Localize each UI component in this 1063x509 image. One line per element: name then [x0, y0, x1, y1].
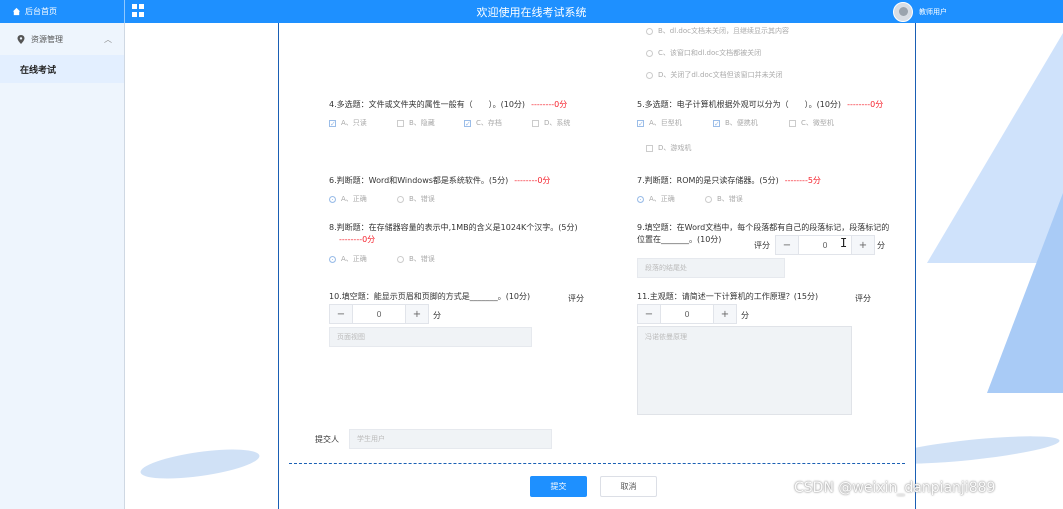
unit-label: 分 — [877, 241, 885, 250]
sidebar-group-resources[interactable]: 资源管理 ︿ — [0, 23, 124, 55]
checkbox-option[interactable]: ✓ A、巨型机 — [637, 118, 682, 128]
question-6: 6.判断题：Word和Windows都是系统软件。(5分) --------0分 — [329, 176, 551, 185]
grade-label: 评分 — [754, 241, 770, 250]
radio-option[interactable]: A、正确 — [329, 194, 367, 204]
grade-label: 评分 — [568, 294, 584, 303]
exam-panel: B、dl.doc文档未关闭，且继续显示其内容 C、该窗口和dl.doc文档都被关… — [278, 23, 916, 509]
checkbox-option[interactable]: ✓ B、便携机 — [713, 118, 758, 128]
checkbox-option[interactable]: ✓ A、只读 — [329, 118, 367, 128]
cancel-button[interactable]: 取消 — [600, 476, 657, 497]
checkbox-option[interactable]: C、微型机 — [789, 118, 834, 128]
user-name: 教师用户 — [919, 7, 947, 16]
grade-label: 评分 — [855, 294, 871, 303]
submit-button[interactable]: 提交 — [530, 476, 587, 497]
minus-button[interactable]: − — [330, 305, 352, 323]
divider — [289, 463, 905, 464]
score-stepper[interactable]: − 0 + — [329, 304, 429, 324]
sidebar: 资源管理 ︿ 在线考试 — [0, 23, 124, 509]
radio-option[interactable]: A、正确 — [329, 254, 367, 264]
question-8: 8.判断题：在存储器容量的表示中,1MB的含义是1024K个汉字。(5分) ---… — [329, 223, 578, 244]
score-stepper[interactable]: − 0 + — [775, 235, 875, 255]
option[interactable]: C、该窗口和dl.doc文档都被关闭 — [646, 48, 761, 58]
plus-button[interactable]: + — [852, 236, 874, 254]
watermark: CSDN @weixin_danpianji889 — [794, 480, 996, 496]
checkbox-option[interactable]: D、系统 — [532, 118, 570, 128]
radio-option[interactable]: B、错误 — [397, 194, 435, 204]
text-cursor-icon: I — [840, 236, 848, 250]
score-stepper[interactable]: − 0 + — [637, 304, 737, 324]
sidebar-item-online-exam[interactable]: 在线考试 — [0, 55, 124, 83]
question-5: 5.多选题：电子计算机根据外观可以分为（ ）。(10分) --------0分 — [637, 100, 884, 109]
question-11: 11.主观题：请简述一下计算机的工作原理？(15分) — [637, 292, 819, 301]
score-value[interactable]: 0 — [352, 305, 406, 323]
radio-option[interactable]: B、错误 — [705, 194, 743, 204]
user-menu[interactable]: 教师用户 — [893, 0, 947, 23]
score-value[interactable]: 0 — [660, 305, 714, 323]
radio-option[interactable]: B、错误 — [397, 254, 435, 264]
sidebar-group-label: 资源管理 — [31, 34, 63, 44]
minus-button[interactable]: − — [776, 236, 798, 254]
submitter-label: 提交人 — [315, 435, 339, 444]
checkbox-option[interactable]: ✓ C、存档 — [464, 118, 502, 128]
answer-textarea[interactable]: 冯诺依曼原理 — [637, 326, 852, 415]
top-bar: 后台首页 欢迎使用在线考试系统 教师用户 — [0, 0, 1063, 23]
unit-label: 分 — [741, 311, 749, 320]
chevron-up-icon: ︿ — [104, 34, 112, 44]
checkbox-option[interactable]: D、游戏机 — [646, 143, 691, 153]
question-4: 4.多选题：文件或文件夹的属性一般有（ ）。(10分) --------0分 — [329, 100, 568, 109]
answer-field[interactable]: 页面视图 — [329, 327, 532, 347]
answer-field[interactable]: 段落的结尾处 — [637, 258, 785, 278]
radio-option[interactable]: A、正确 — [637, 194, 675, 204]
option[interactable]: B、dl.doc文档未关闭，且继续显示其内容 — [646, 26, 789, 36]
plus-button[interactable]: + — [406, 305, 428, 323]
location-icon — [17, 34, 25, 44]
background-left — [125, 23, 278, 509]
question-10: 10.填空题：能显示页眉和页脚的方式是_______。(10分) — [329, 292, 531, 301]
question-7: 7.判断题：ROM的是只读存储器。(5分) --------5分 — [637, 176, 821, 185]
avatar — [893, 1, 913, 22]
plus-button[interactable]: + — [714, 305, 736, 323]
checkbox-option[interactable]: B、隐藏 — [397, 118, 435, 128]
option[interactable]: D、关闭了dl.doc文档但该窗口并未关闭 — [646, 70, 783, 80]
unit-label: 分 — [433, 311, 441, 320]
minus-button[interactable]: − — [638, 305, 660, 323]
submitter-field[interactable]: 学生用户 — [349, 429, 552, 449]
